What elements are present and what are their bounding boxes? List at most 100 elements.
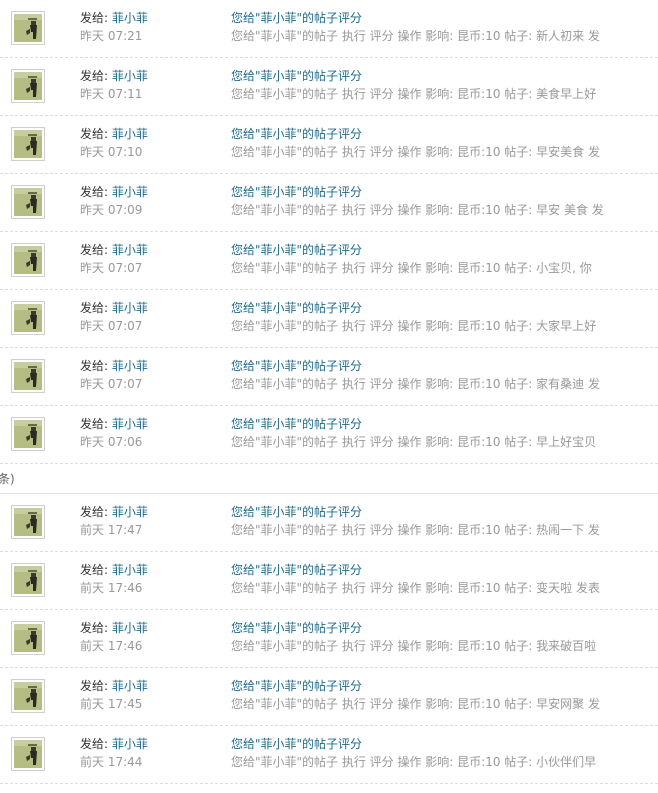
recipient-label: 发给: — [80, 679, 109, 693]
recipient-label: 发给: — [80, 359, 109, 373]
recipient-name-link[interactable]: 菲小菲 — [112, 737, 148, 751]
notification-detail: 您给"菲小菲"的帖子 执行 评分 操作 影响: 昆币:10 帖子: 家有桑迪 发 — [231, 377, 600, 391]
timestamp: 前天 17:46 — [80, 581, 143, 595]
recipient-name-link[interactable]: 菲小菲 — [112, 621, 148, 635]
notification-detail: 您给"菲小菲"的帖子 执行 评分 操作 影响: 昆币:10 帖子: 变天啦 发表 — [231, 581, 600, 595]
timestamp: 前天 17:45 — [80, 697, 143, 711]
notification-row: 发给: 菲小菲 昨天 07:06 您给"菲小菲"的帖子评分 您给"菲小菲"的帖子… — [0, 406, 658, 464]
user-avatar-icon — [14, 14, 42, 42]
avatar[interactable] — [11, 127, 45, 161]
recipient-label: 发给: — [80, 301, 109, 315]
recipient-label: 发给: — [80, 563, 109, 577]
user-avatar-icon — [14, 130, 42, 158]
notification-title-link[interactable]: 您给"菲小菲"的帖子评分 — [231, 68, 362, 85]
avatar[interactable] — [11, 185, 45, 219]
timestamp: 昨天 07:06 — [80, 435, 143, 449]
recipient-label: 发给: — [80, 505, 109, 519]
recipient-name-link[interactable]: 菲小菲 — [112, 417, 148, 431]
notification-title-link[interactable]: 您给"菲小菲"的帖子评分 — [231, 562, 362, 579]
recipient: 发给: 菲小菲 — [80, 358, 148, 375]
timestamp: 前天 17:46 — [80, 639, 143, 653]
notification-group: 发给: 菲小菲 昨天 07:21 您给"菲小菲"的帖子评分 您给"菲小菲"的帖子… — [0, 0, 658, 464]
avatar[interactable] — [11, 737, 45, 771]
notification-detail: 您给"菲小菲"的帖子 执行 评分 操作 影响: 昆币:10 帖子: 早安 美食 … — [231, 203, 604, 217]
user-avatar-icon — [14, 72, 42, 100]
avatar[interactable] — [11, 563, 45, 597]
user-avatar-icon — [14, 508, 42, 536]
recipient-label: 发给: — [80, 621, 109, 635]
notification-row: 发给: 菲小菲 昨天 07:09 您给"菲小菲"的帖子评分 您给"菲小菲"的帖子… — [0, 174, 658, 232]
avatar[interactable] — [11, 301, 45, 335]
recipient: 发给: 菲小菲 — [80, 68, 148, 85]
notification-list: 发给: 菲小菲 昨天 07:21 您给"菲小菲"的帖子评分 您给"菲小菲"的帖子… — [0, 0, 658, 784]
recipient-name-link[interactable]: 菲小菲 — [112, 127, 148, 141]
recipient-label: 发给: — [80, 69, 109, 83]
recipient-label: 发给: — [80, 11, 109, 25]
notification-title-link[interactable]: 您给"菲小菲"的帖子评分 — [231, 358, 362, 375]
user-avatar-icon — [14, 624, 42, 652]
recipient: 发给: 菲小菲 — [80, 678, 148, 695]
notification-row: 发给: 菲小菲 昨天 07:07 您给"菲小菲"的帖子评分 您给"菲小菲"的帖子… — [0, 348, 658, 406]
recipient-name-link[interactable]: 菲小菲 — [112, 185, 148, 199]
recipient: 发给: 菲小菲 — [80, 126, 148, 143]
notification-row: 发给: 菲小菲 前天 17:46 您给"菲小菲"的帖子评分 您给"菲小菲"的帖子… — [0, 610, 658, 668]
recipient: 发给: 菲小菲 — [80, 736, 148, 753]
user-avatar-icon — [14, 566, 42, 594]
notification-title-link[interactable]: 您给"菲小菲"的帖子评分 — [231, 126, 362, 143]
timestamp: 昨天 07:21 — [80, 29, 143, 43]
avatar[interactable] — [11, 243, 45, 277]
user-avatar-icon — [14, 682, 42, 710]
timestamp: 前天 17:47 — [80, 523, 143, 537]
timestamp: 昨天 07:10 — [80, 145, 143, 159]
notification-title-link[interactable]: 您给"菲小菲"的帖子评分 — [231, 504, 362, 521]
recipient-name-link[interactable]: 菲小菲 — [112, 243, 148, 257]
user-avatar-icon — [14, 740, 42, 768]
notification-title-link[interactable]: 您给"菲小菲"的帖子评分 — [231, 678, 362, 695]
avatar[interactable] — [11, 359, 45, 393]
recipient-name-link[interactable]: 菲小菲 — [112, 563, 148, 577]
recipient-label: 发给: — [80, 417, 109, 431]
recipient: 发给: 菲小菲 — [80, 416, 148, 433]
user-avatar-icon — [14, 362, 42, 390]
timestamp: 昨天 07:07 — [80, 319, 143, 333]
notification-title-link[interactable]: 您给"菲小菲"的帖子评分 — [231, 620, 362, 637]
notification-title-link[interactable]: 您给"菲小菲"的帖子评分 — [231, 184, 362, 201]
notification-title-link[interactable]: 您给"菲小菲"的帖子评分 — [231, 736, 362, 753]
recipient: 发给: 菲小菲 — [80, 620, 148, 637]
notification-title-link[interactable]: 您给"菲小菲"的帖子评分 — [231, 242, 362, 259]
notification-detail: 您给"菲小菲"的帖子 执行 评分 操作 影响: 昆币:10 帖子: 热闹一下 发 — [231, 523, 600, 537]
avatar[interactable] — [11, 679, 45, 713]
recipient: 发给: 菲小菲 — [80, 300, 148, 317]
notification-detail: 您给"菲小菲"的帖子 执行 评分 操作 影响: 昆币:10 帖子: 小宝贝, 你 — [231, 261, 592, 275]
avatar[interactable] — [11, 417, 45, 451]
notification-row: 发给: 菲小菲 前天 17:47 您给"菲小菲"的帖子评分 您给"菲小菲"的帖子… — [0, 494, 658, 552]
notification-detail: 您给"菲小菲"的帖子 执行 评分 操作 影响: 昆币:10 帖子: 早安网聚 发 — [231, 697, 600, 711]
notification-row: 发给: 菲小菲 昨天 07:11 您给"菲小菲"的帖子评分 您给"菲小菲"的帖子… — [0, 58, 658, 116]
avatar[interactable] — [11, 69, 45, 103]
recipient-label: 发给: — [80, 737, 109, 751]
recipient-name-link[interactable]: 菲小菲 — [112, 505, 148, 519]
notification-detail: 您给"菲小菲"的帖子 执行 评分 操作 影响: 昆币:10 帖子: 我来破百啦 — [231, 639, 597, 653]
recipient-name-link[interactable]: 菲小菲 — [112, 359, 148, 373]
notification-detail: 您给"菲小菲"的帖子 执行 评分 操作 影响: 昆币:10 帖子: 美食早上好 — [231, 87, 597, 101]
recipient-name-link[interactable]: 菲小菲 — [112, 679, 148, 693]
timestamp: 昨天 07:11 — [80, 87, 143, 101]
recipient-name-link[interactable]: 菲小菲 — [112, 11, 148, 25]
notification-row: 发给: 菲小菲 前天 17:44 您给"菲小菲"的帖子评分 您给"菲小菲"的帖子… — [0, 726, 658, 784]
timestamp: 昨天 07:07 — [80, 377, 143, 391]
avatar[interactable] — [11, 621, 45, 655]
notification-row: 发给: 菲小菲 昨天 07:21 您给"菲小菲"的帖子评分 您给"菲小菲"的帖子… — [0, 0, 658, 58]
user-avatar-icon — [14, 304, 42, 332]
notification-row: 发给: 菲小菲 前天 17:46 您给"菲小菲"的帖子评分 您给"菲小菲"的帖子… — [0, 552, 658, 610]
notification-detail: 您给"菲小菲"的帖子 执行 评分 操作 影响: 昆币:10 帖子: 早上好宝贝 — [231, 435, 597, 449]
recipient-name-link[interactable]: 菲小菲 — [112, 69, 148, 83]
notification-detail: 您给"菲小菲"的帖子 执行 评分 操作 影响: 昆币:10 帖子: 小伙伴们早 — [231, 755, 597, 769]
recipient-name-link[interactable]: 菲小菲 — [112, 301, 148, 315]
notification-row: 发给: 菲小菲 昨天 07:10 您给"菲小菲"的帖子评分 您给"菲小菲"的帖子… — [0, 116, 658, 174]
notification-title-link[interactable]: 您给"菲小菲"的帖子评分 — [231, 300, 362, 317]
avatar[interactable] — [11, 505, 45, 539]
notification-detail: 您给"菲小菲"的帖子 执行 评分 操作 影响: 昆币:10 帖子: 大家早上好 — [231, 319, 597, 333]
avatar[interactable] — [11, 11, 45, 45]
notification-title-link[interactable]: 您给"菲小菲"的帖子评分 — [231, 416, 362, 433]
notification-title-link[interactable]: 您给"菲小菲"的帖子评分 — [231, 10, 362, 27]
